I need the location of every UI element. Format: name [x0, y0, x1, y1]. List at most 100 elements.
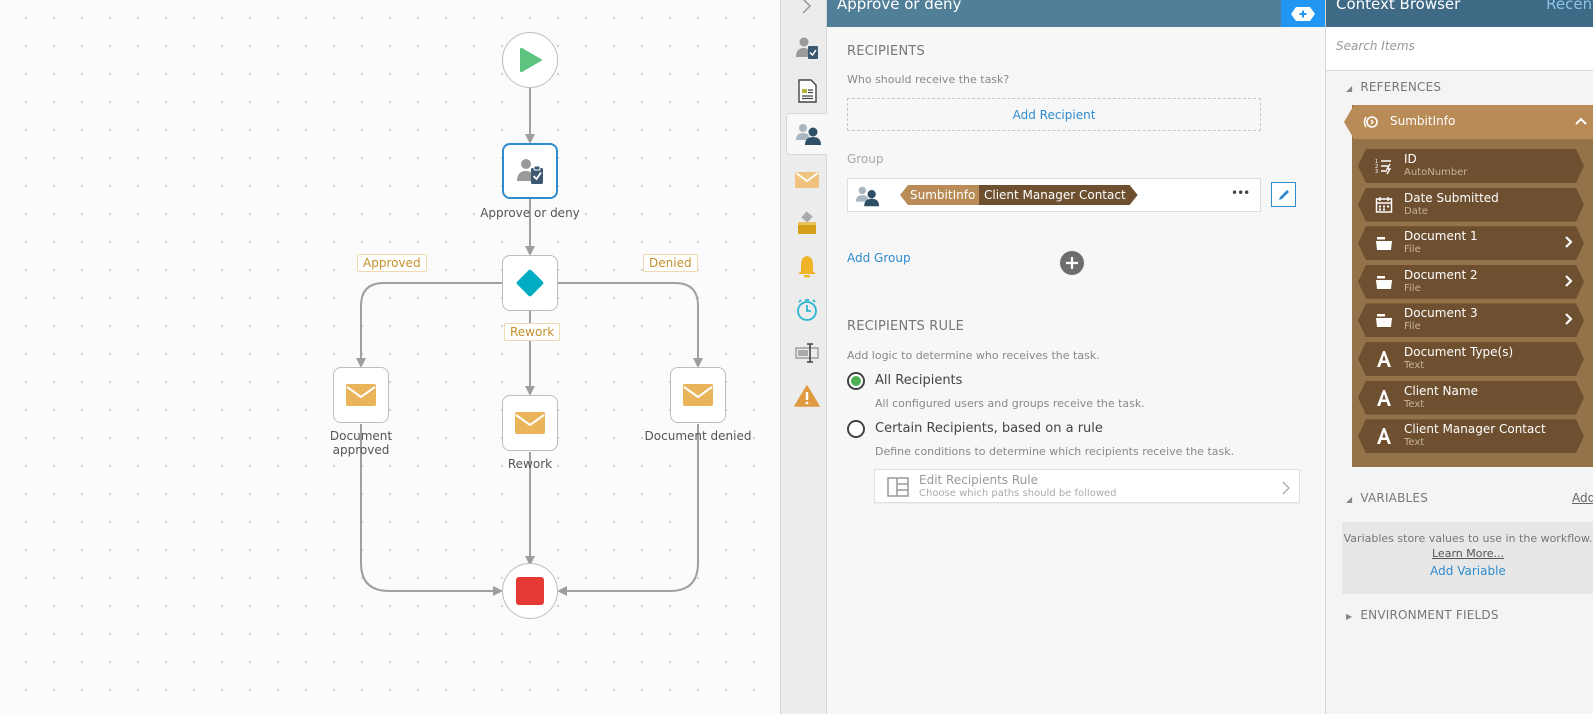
add-context-icon	[1291, 6, 1315, 21]
email-icon	[346, 384, 376, 406]
bell-icon	[797, 256, 816, 278]
references-section-toggle[interactable]: ◢ REFERENCES	[1346, 80, 1441, 94]
reference-item[interactable]: Document Type(s) Text	[1358, 342, 1584, 376]
strip-warning-button[interactable]	[785, 375, 828, 417]
task-user-icon	[517, 159, 543, 184]
reference-item-name: ID	[1404, 152, 1417, 166]
email-icon	[794, 172, 819, 188]
email-node-document-approved[interactable]	[333, 367, 389, 423]
text-icon	[1374, 350, 1394, 368]
chevron-right-icon[interactable]	[1564, 234, 1574, 254]
strip-recipients-button[interactable]	[786, 113, 829, 155]
email-node-rework[interactable]	[502, 395, 558, 451]
svg-text:3: 3	[1375, 169, 1378, 175]
branch-label-approved[interactable]: Approved	[357, 254, 427, 272]
branch-label-denied[interactable]: Denied	[643, 254, 698, 272]
plus-icon	[1066, 257, 1078, 269]
connectors-layer	[356, 87, 703, 596]
workflow-canvas[interactable]: Approve or deny Approved Denied Rework D…	[0, 0, 780, 714]
reference-item[interactable]: Document 1 File	[1358, 226, 1584, 260]
learn-more-link[interactable]: Learn More...	[1342, 547, 1593, 560]
recent-tab[interactable]: Recent	[1546, 0, 1593, 12]
diamond-icon	[515, 268, 545, 298]
add-recipient-button[interactable]: Add Recipient	[847, 98, 1261, 131]
strip-ballot-button[interactable]	[785, 203, 828, 245]
connector-denied-end	[557, 424, 699, 596]
group-recipient-field[interactable]: SumbitInfo Client Manager Contact •••	[847, 178, 1261, 212]
reference-item[interactable]: Document 2 File	[1358, 265, 1584, 299]
reference-item[interactable]: Date Submitted Date	[1358, 188, 1584, 222]
start-node[interactable]	[502, 32, 558, 88]
reference-group-header[interactable]: SumbitInfo	[1344, 105, 1593, 139]
context-browser: Context Browser Recent ◢ REFERENCES Sumbi…	[1325, 0, 1593, 714]
collapse-triangle-icon: ◢	[1346, 84, 1353, 93]
reference-item[interactable]: Client Manager Contact Text	[1358, 419, 1584, 453]
chevron-right-icon[interactable]	[1564, 311, 1574, 331]
end-node[interactable]	[502, 563, 558, 619]
collapse-panel-button[interactable]	[785, 0, 828, 24]
recipients-hint: Who should receive the task?	[847, 73, 1010, 86]
reference-group-sumbitinfo: SumbitInfo 1 2 3 ID AutoNumber Date Submitted…	[1344, 105, 1593, 467]
add-variable-link-header[interactable]: Add	[1572, 491, 1593, 505]
variables-section-toggle[interactable]: ◢ VARIABLES	[1346, 491, 1428, 505]
connector-approved	[356, 282, 503, 368]
group-source-tag: SumbitInfo	[900, 185, 982, 205]
group-label: Group	[847, 152, 884, 166]
context-browser-toggle[interactable]	[1281, 0, 1325, 27]
reference-item-name: Document Type(s)	[1404, 345, 1514, 359]
radio-all-recipients[interactable]	[847, 372, 865, 390]
radio-certain-recipients-label[interactable]: Certain Recipients, based on a rule	[875, 421, 1103, 436]
task-config-panel: Approve or deny RECIPIENTS Who should re…	[827, 0, 1325, 714]
chevron-right-icon[interactable]	[1564, 273, 1574, 293]
reference-icon	[1363, 116, 1378, 128]
radio-certain-recipients-description: Define conditions to determine which rec…	[875, 445, 1235, 458]
reference-item[interactable]: 1 2 3 ID AutoNumber	[1358, 149, 1584, 183]
add-variable-link[interactable]: Add Variable	[1342, 564, 1593, 578]
reference-item-name: Date Submitted	[1404, 190, 1499, 205]
variables-description: Variables store values to use in the wor…	[1343, 532, 1593, 545]
collapse-triangle-icon: ◢	[1346, 495, 1353, 504]
pencil-icon	[1278, 189, 1289, 200]
form-icon	[797, 79, 817, 103]
timer-icon	[796, 299, 817, 321]
radio-all-recipients-label[interactable]: All Recipients	[875, 373, 962, 388]
group-icon	[855, 186, 880, 207]
task-node-approve-or-deny[interactable]	[502, 143, 558, 199]
reference-item[interactable]: Client Name Text	[1358, 381, 1584, 415]
expand-triangle-icon: ▶	[1346, 612, 1353, 621]
play-icon	[520, 47, 542, 73]
reference-item-type: Text	[1404, 360, 1425, 371]
strip-form-button[interactable]	[785, 70, 828, 112]
text-icon	[1374, 427, 1394, 445]
add-group-link[interactable]: Add Group	[847, 251, 911, 265]
search-items-input[interactable]	[1336, 39, 1576, 53]
edit-group-button[interactable]	[1271, 182, 1296, 207]
email-node-document-denied[interactable]	[670, 367, 726, 423]
group-more-button[interactable]: •••	[1231, 186, 1250, 200]
edit-recipients-rule-button[interactable]: Edit Recipients Rule Choose which paths …	[874, 469, 1300, 503]
reference-item-name: Document 1	[1404, 229, 1478, 244]
branch-label-rework[interactable]: Rework	[504, 323, 561, 341]
strip-email-button[interactable]	[785, 159, 828, 201]
strip-task-button[interactable]	[785, 27, 828, 69]
strip-notification-button[interactable]	[785, 246, 828, 288]
connector-denied	[557, 282, 703, 368]
decision-node[interactable]	[502, 255, 558, 311]
task-node-label: Approve or deny	[480, 206, 580, 220]
strip-timer-button[interactable]	[785, 289, 828, 331]
reference-item[interactable]: Document 3 File	[1358, 303, 1584, 337]
radio-certain-recipients[interactable]	[847, 420, 865, 438]
references-title: REFERENCES	[1360, 80, 1442, 94]
add-group-plus-button[interactable]	[1060, 251, 1084, 275]
context-browser-title: Context Browser	[1336, 0, 1461, 13]
config-header: Approve or deny	[827, 0, 1281, 27]
email-icon	[683, 384, 713, 406]
strip-text-button[interactable]	[785, 332, 828, 374]
recipients-rule-hint: Add logic to determine who receives the …	[847, 349, 1100, 362]
workflow-designer: Approve or deny Approved Denied Rework D…	[0, 0, 1593, 714]
text-icon	[1374, 389, 1394, 407]
folder-icon	[1374, 273, 1394, 291]
environment-fields-toggle[interactable]: ▶ ENVIRONMENT FIELDS	[1346, 608, 1499, 622]
environment-fields-title: ENVIRONMENT FIELDS	[1360, 608, 1499, 622]
reference-item-type: File	[1404, 244, 1421, 256]
